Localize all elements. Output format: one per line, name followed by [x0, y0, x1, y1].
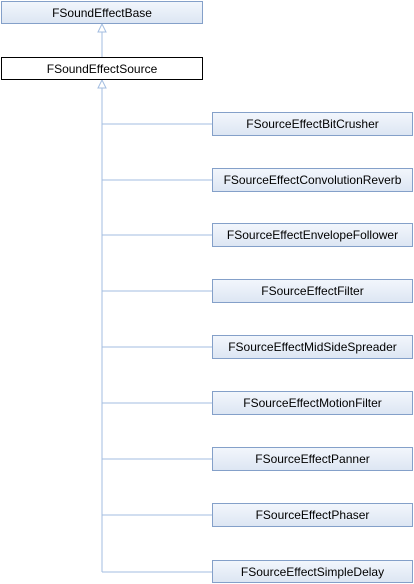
- class-node-envelopefollower[interactable]: FSourceEffectEnvelopeFollower: [212, 223, 413, 247]
- class-node-motionfilter[interactable]: FSourceEffectMotionFilter: [212, 391, 413, 415]
- class-node-bitcrusher[interactable]: FSourceEffectBitCrusher: [212, 112, 413, 136]
- class-node-base[interactable]: FSoundEffectBase: [1, 1, 203, 24]
- arrowhead-source: [97, 78, 107, 89]
- class-node-phaser[interactable]: FSourceEffectPhaser: [212, 503, 413, 527]
- class-node-current: FSoundEffectSource: [1, 57, 203, 80]
- arrowhead-base: [97, 22, 107, 33]
- class-node-panner[interactable]: FSourceEffectPanner: [212, 447, 413, 471]
- class-node-convolutionreverb[interactable]: FSourceEffectConvolutionReverb: [212, 168, 413, 192]
- class-node-simpledelay[interactable]: FSourceEffectSimpleDelay: [212, 560, 413, 583]
- class-node-midsidespreader[interactable]: FSourceEffectMidSideSpreader: [212, 335, 413, 359]
- class-node-filter[interactable]: FSourceEffectFilter: [212, 279, 413, 303]
